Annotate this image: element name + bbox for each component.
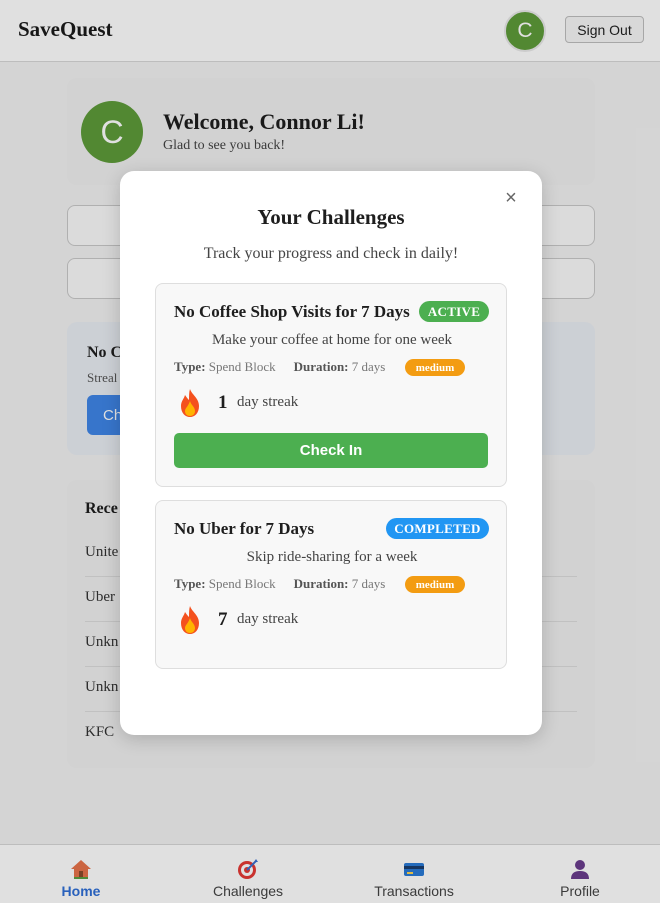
challenge-card: No Uber for 7 Days COMPLETED Skip ride-s…	[155, 500, 507, 669]
streak-label: day streak	[237, 611, 299, 627]
streak-count: 1	[218, 392, 228, 413]
check-in-button[interactable]: Check In	[174, 433, 488, 468]
status-badge: ACTIVE	[419, 301, 489, 322]
challenge-description: Make your coffee at home for one week	[211, 332, 453, 348]
duration-label: Duration:	[293, 576, 349, 591]
duration-value: 7 days	[351, 359, 386, 374]
challenge-meta: Type: Spend Block Duration: 7 days	[174, 576, 385, 592]
type-value: Spend Block	[208, 576, 276, 591]
challenge-meta: Type: Spend Block Duration: 7 days	[174, 359, 385, 375]
type-value: Spend Block	[208, 359, 276, 374]
duration-label: Duration:	[293, 359, 349, 374]
difficulty-badge: medium	[405, 359, 465, 376]
difficulty-badge: medium	[405, 576, 465, 593]
status-badge: COMPLETED	[386, 518, 489, 539]
flame-icon	[181, 389, 199, 417]
challenge-description: Skip ride-sharing for a week	[246, 549, 418, 565]
modal-title: Your Challenges	[257, 205, 405, 229]
type-label: Type:	[174, 576, 206, 591]
duration-value: 7 days	[351, 576, 386, 591]
challenge-name: No Coffee Shop Visits for 7 Days	[174, 302, 410, 321]
challenge-card: No Coffee Shop Visits for 7 Days ACTIVE …	[155, 283, 507, 487]
challenge-name: No Uber for 7 Days	[174, 519, 315, 538]
flame-icon	[181, 606, 199, 634]
streak-label: day streak	[237, 394, 299, 410]
challenges-modal: × Your Challenges Track your progress an…	[120, 171, 542, 735]
modal-subtitle: Track your progress and check in daily!	[203, 245, 459, 262]
streak-count: 7	[218, 609, 228, 630]
type-label: Type:	[174, 359, 206, 374]
